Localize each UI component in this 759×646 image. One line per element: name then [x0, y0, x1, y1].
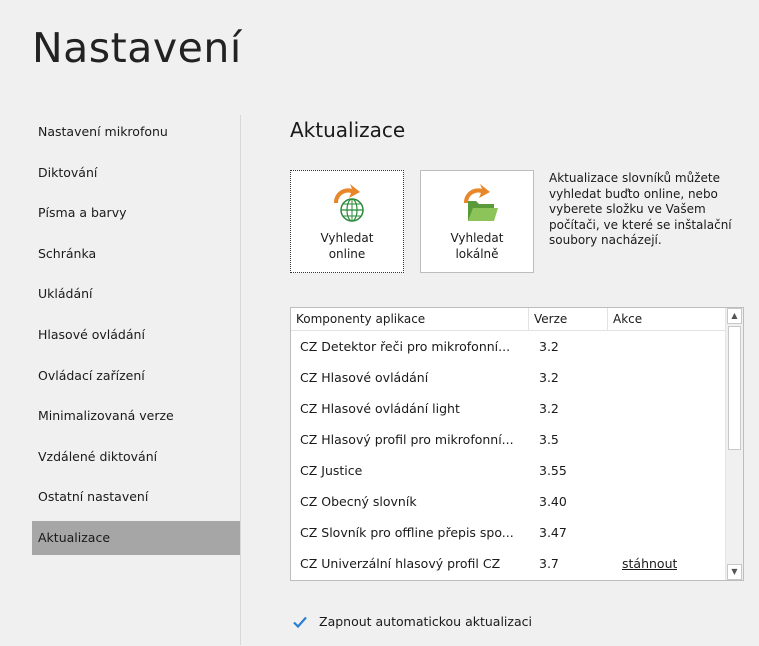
component-version: 3.40	[539, 494, 567, 509]
update-description: Aktualizace slovníků můžete vyhledat buď…	[549, 171, 732, 247]
scroll-down-button[interactable]: ▼	[727, 564, 742, 580]
search-local-button[interactable]: Vyhledat lokálně	[420, 170, 534, 273]
scroll-thumb[interactable]	[728, 326, 741, 450]
component-name: CZ Univerzální hlasový profil CZ	[300, 556, 501, 571]
table-row[interactable]: CZ Univerzální hlasový profil CZ 3.7 stáhn…	[291, 548, 725, 579]
component-name: CZ Obecný slovník	[300, 494, 417, 509]
sidebar-item[interactable]: Schránka	[32, 237, 240, 271]
table-row[interactable]: CZ Obecný slovník 3.40	[291, 486, 725, 517]
component-version: 3.55	[539, 463, 567, 478]
scroll-up-button[interactable]: ▲	[727, 308, 742, 324]
sidebar-item[interactable]: Ostatní nastavení	[32, 480, 240, 514]
sidebar-item[interactable]: Vzdálené diktování	[32, 440, 240, 474]
component-name: CZ Slovník pro offline přepis spo...	[300, 525, 514, 540]
component-version: 3.2	[539, 370, 559, 385]
table-header: Komponenty aplikace Verze Akce	[291, 308, 725, 331]
table-scrollbar[interactable]: ▲ ▼	[725, 308, 743, 580]
table-row[interactable]: CZ Hlasové ovládání light 3.2	[291, 393, 725, 424]
download-link[interactable]: stáhnout	[622, 548, 677, 579]
column-header-component[interactable]: Komponenty aplikace	[291, 308, 529, 330]
column-header-action[interactable]: Akce	[608, 308, 725, 330]
table-row[interactable]: CZ Slovník pro offline přepis spo... 3.47	[291, 517, 725, 548]
column-header-version[interactable]: Verze	[529, 308, 608, 330]
sidebar-item[interactable]: Ukládání	[32, 277, 240, 311]
sidebar-item[interactable]: Hlasové ovládání	[32, 318, 240, 352]
component-name: CZ Hlasový profil pro mikrofonní...	[300, 432, 514, 447]
sidebar: Nastavení mikrofonu Diktování Písma a barv…	[32, 115, 241, 645]
page-title: Nastavení	[32, 24, 242, 72]
sidebar-item[interactable]: Ovládací zařízení	[32, 359, 240, 393]
table-row[interactable]: CZ Justice 3.55	[291, 455, 725, 486]
sidebar-item[interactable]: Písma a barvy	[32, 196, 240, 230]
component-version: 3.47	[539, 525, 567, 540]
component-name: CZ Justice	[300, 463, 363, 478]
component-version: 3.5	[539, 432, 559, 447]
checkmark-icon	[293, 616, 307, 629]
section-title: Aktualizace	[290, 118, 406, 142]
auto-update-label: Zapnout automatickou aktualizaci	[319, 614, 532, 629]
sidebar-item[interactable]: Aktualizace	[32, 521, 240, 555]
component-name: CZ Hlasové ovládání	[300, 370, 429, 385]
table-row[interactable]: CZ Hlasové ovládání 3.2	[291, 362, 725, 393]
sidebar-item[interactable]: Diktování	[32, 156, 240, 190]
component-name: CZ Detektor řeči pro mikrofonní...	[300, 339, 511, 354]
component-version: 3.7	[539, 556, 559, 571]
component-name: CZ Hlasové ovládání light	[300, 401, 460, 416]
table-row[interactable]: CZ Detektor řeči pro mikrofonní... 3.2	[291, 331, 725, 362]
component-version: 3.2	[539, 401, 559, 416]
search-online-button[interactable]: Vyhledat online	[290, 170, 404, 273]
components-table: Komponenty aplikace Verze Akce CZ Detekt…	[290, 307, 744, 581]
sidebar-item[interactable]: Nastavení mikrofonu	[32, 115, 240, 149]
search-online-label: Vyhledat online	[320, 231, 374, 261]
table-row[interactable]: CZ Hlasový profil pro mikrofonní... 3.5	[291, 424, 725, 455]
globe-update-icon	[333, 184, 364, 222]
search-local-label: Vyhledat lokálně	[450, 231, 504, 261]
component-version: 3.2	[539, 339, 559, 354]
sidebar-item[interactable]: Minimalizovaná verze	[32, 399, 240, 433]
folder-update-icon	[463, 184, 498, 221]
